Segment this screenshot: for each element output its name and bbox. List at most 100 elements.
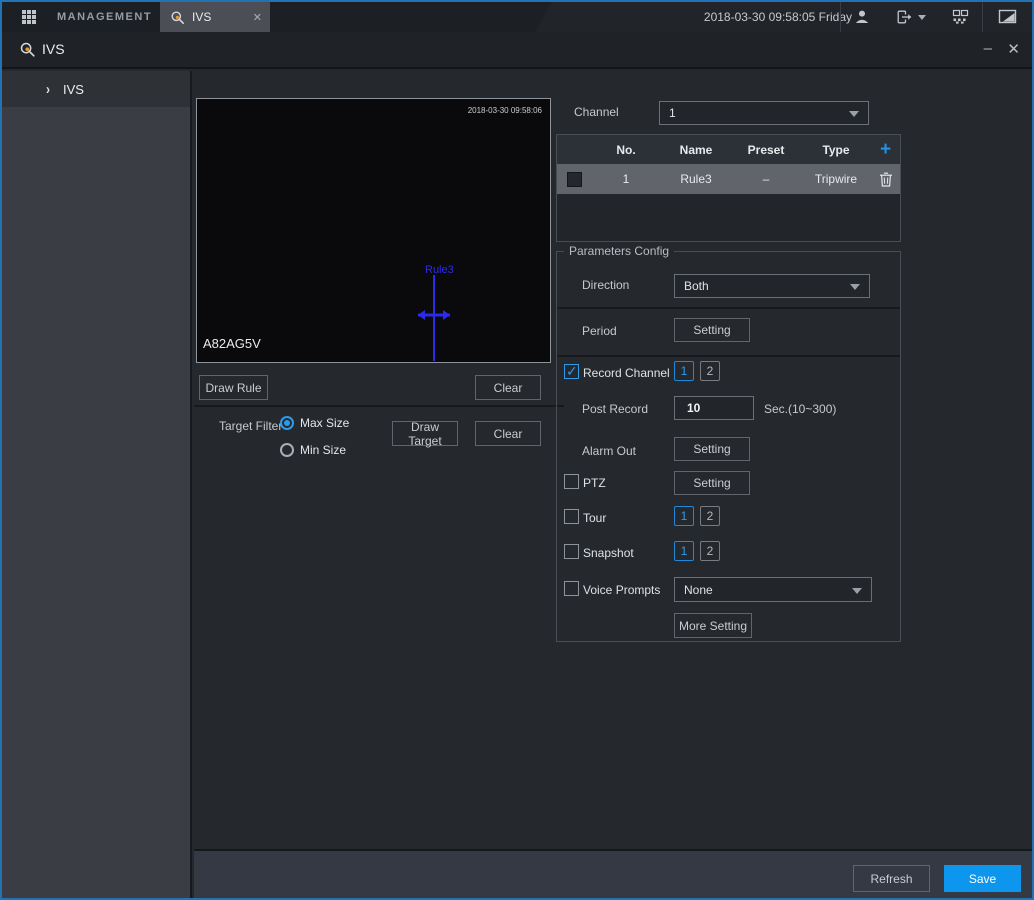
add-rule-button[interactable]: + [880,140,891,159]
post-record-input[interactable] [674,396,754,420]
channel-dropdown[interactable]: 1 [659,101,869,125]
snapshot-label: Snapshot [583,546,634,560]
clear-target-button[interactable]: Clear [475,421,541,446]
chevron-down-icon [852,588,862,594]
qr-code-button[interactable] [939,9,982,25]
logout-icon [896,9,913,25]
logout-caret-icon [918,15,926,20]
management-label[interactable]: MANAGEMENT [57,2,152,32]
rules-table: No. Name Preset Type + 1 Rule3 – Tripwir… [556,134,901,242]
svg-text:Rule3: Rule3 [425,264,454,276]
rule-preset: – [731,172,801,186]
min-size-label: Min Size [300,443,346,457]
delete-rule-button[interactable] [871,172,900,187]
direction-value: Both [684,279,709,293]
trash-icon [879,172,893,187]
voice-prompts-label: Voice Prompts [583,583,660,597]
tour-checkbox[interactable] [564,509,579,524]
col-header-preset: Preset [731,143,801,157]
tab-ivs[interactable]: IVS ✕ [160,2,270,32]
col-header-no: No. [591,143,661,157]
minimize-icon[interactable]: – [984,32,992,67]
user-icon [854,9,870,25]
tripwire-rule-overlay[interactable]: Rule3 [197,99,550,362]
divider [194,405,564,407]
display-icon [998,9,1017,25]
sidebar: › IVS [2,71,192,898]
chevron-down-icon [849,111,859,117]
close-icon[interactable]: ✕ [1007,32,1020,67]
user-button[interactable] [841,9,883,25]
refresh-button[interactable]: Refresh [853,865,930,892]
ptz-checkbox[interactable] [564,474,579,489]
period-label: Period [582,324,617,338]
table-row[interactable]: 1 Rule3 – Tripwire [557,164,900,194]
page-title: IVS [42,32,65,69]
tour-label: Tour [583,511,606,525]
target-filter-label: Target Filter [219,419,282,433]
save-button[interactable]: Save [944,865,1021,892]
max-size-label: Max Size [300,416,349,430]
ivs-tab-icon [170,10,185,25]
rule-no: 1 [591,172,661,186]
tab-close-icon[interactable]: ✕ [253,11,262,24]
ptz-label: PTZ [583,476,606,490]
snapshot-checkbox[interactable] [564,544,579,559]
tour-channel-1-button[interactable]: 1 [674,506,694,526]
ivs-title-icon [19,41,36,58]
parameters-config-legend: Parameters Config [564,244,674,258]
snapshot-channel-2-button[interactable]: 2 [700,541,720,561]
chevron-down-icon [850,284,860,290]
app-window: MANAGEMENT IVS ✕ 2018-03-30 09:58:05 Fri… [0,0,1034,900]
window-title-bar: IVS – ✕ [2,32,1032,69]
tour-channel-buttons: 1 2 [674,506,720,526]
alarm-out-setting-button[interactable]: Setting [674,437,750,461]
rule-type: Tripwire [801,172,871,186]
logout-button[interactable] [883,9,939,25]
post-record-label: Post Record [582,402,648,416]
direction-dropdown[interactable]: Both [674,274,870,298]
max-size-radio[interactable]: Max Size [280,416,349,430]
apps-grid-icon [22,10,36,24]
voice-prompts-checkbox[interactable] [564,581,579,596]
draw-target-button[interactable]: Draw Target [392,421,458,446]
topbar-icon-group [840,2,1032,32]
footer-bar: Refresh Save [194,849,1032,898]
tour-channel-2-button[interactable]: 2 [700,506,720,526]
qr-code-icon [952,9,969,25]
record-channel-2-button[interactable]: 2 [700,361,720,381]
snapshot-channel-1-button[interactable]: 1 [674,541,694,561]
period-setting-button[interactable]: Setting [674,318,750,342]
divider [557,307,900,309]
clear-rule-button[interactable]: Clear [475,375,541,400]
record-channel-1-button[interactable]: 1 [674,361,694,381]
post-record-unit-label: Sec.(10~300) [764,402,836,416]
voice-prompts-value: None [684,583,713,597]
more-setting-button[interactable]: More Setting [674,613,752,638]
row-checkbox[interactable] [567,172,582,187]
record-channel-checkbox[interactable] [564,364,579,379]
chevron-right-icon: › [46,81,50,98]
ptz-setting-button[interactable]: Setting [674,471,750,495]
min-size-radio[interactable]: Min Size [280,443,346,457]
video-preview[interactable]: 2018-03-30 09:58:06 A82AG5V Rule3 [196,98,551,363]
draw-rule-button[interactable]: Draw Rule [199,375,268,400]
body: › IVS 2018-03-30 09:58:06 A82AG5V Rule3 … [2,71,1032,898]
voice-prompts-dropdown[interactable]: None [674,577,872,602]
radio-unselected-icon [280,443,294,457]
sidebar-item-label: IVS [63,82,84,97]
direction-label: Direction [582,278,629,292]
apps-menu-button[interactable] [16,8,42,26]
parameters-config-group: Parameters Config Direction Both Period … [556,251,901,642]
channel-label: Channel [574,105,619,119]
content-area: 2018-03-30 09:58:06 A82AG5V Rule3 Draw R… [194,71,1032,898]
display-output-button[interactable] [983,9,1032,25]
snapshot-channel-buttons: 1 2 [674,541,720,561]
record-channel-buttons: 1 2 [674,361,720,381]
alarm-out-label: Alarm Out [582,444,636,458]
divider [557,355,900,357]
system-datetime: 2018-03-30 09:58:05 Friday [704,2,852,32]
channel-value: 1 [669,106,676,120]
sidebar-item-ivs[interactable]: › IVS [2,71,190,107]
col-header-name: Name [661,143,731,157]
